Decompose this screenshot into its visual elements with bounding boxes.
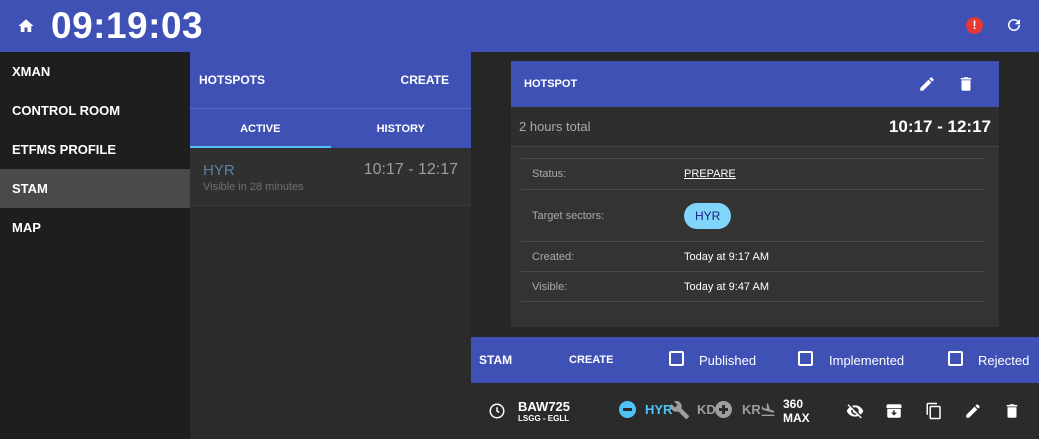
sidebar-item-etfms-profile[interactable]: ETFMS PROFILE — [0, 130, 190, 169]
sidebar-item-control-room[interactable]: CONTROL ROOM — [0, 91, 190, 130]
flight-level-top: 360 — [783, 397, 804, 411]
detail-table: Status: PREPARE Target sectors: HYR Crea… — [521, 158, 985, 302]
created-row: Created: Today at 9:17 AM — [521, 242, 985, 272]
alert-icon[interactable]: ! — [966, 17, 983, 34]
landing-icon — [761, 403, 775, 416]
edit-icon[interactable] — [918, 75, 936, 93]
hotspots-header: HOTSPOTS CREATE — [190, 52, 471, 108]
visible-value: Today at 9:47 AM — [684, 280, 769, 293]
tab-active[interactable]: ACTIVE — [190, 109, 331, 148]
clock: 09:19:03 — [51, 5, 204, 46]
tab-history[interactable]: HISTORY — [331, 109, 472, 148]
copy-icon[interactable] — [925, 402, 943, 420]
status-link[interactable]: PREPARE — [684, 168, 736, 180]
created-value: Today at 9:17 AM — [684, 250, 769, 263]
create-stam-button[interactable]: CREATE — [569, 354, 613, 366]
status-row: Status: PREPARE — [521, 159, 985, 190]
visibility-off-icon[interactable] — [846, 402, 864, 420]
top-bar: 09:19:03 ! — [0, 0, 1039, 52]
sector-hyr: HYR — [645, 402, 673, 417]
hotspots-title: HOTSPOTS — [199, 73, 266, 87]
status-label: Status: — [532, 168, 567, 180]
sidebar-item-map[interactable]: MAP — [0, 208, 190, 247]
hotspot-detail-card: HOTSPOT 2 hours total 10:17 - 12:17 Stat… — [511, 61, 999, 327]
create-hotspot-button[interactable]: CREATE — [401, 73, 449, 87]
home-icon[interactable] — [17, 17, 35, 35]
visible-label: Visible: — [532, 280, 568, 293]
published-label: Published — [699, 353, 757, 368]
sidebar-item-xman[interactable]: XMAN — [0, 52, 190, 91]
sector-chip[interactable]: HYR — [684, 202, 732, 229]
refresh-icon[interactable] — [1005, 16, 1023, 34]
total-duration-row: 2 hours total 10:17 - 12:17 — [511, 107, 999, 147]
stam-title: STAM — [479, 353, 513, 367]
flight-level: 360 MAX — [783, 397, 810, 425]
flight-level-bottom: MAX — [783, 411, 810, 425]
hotspots-panel: HOTSPOTS CREATE ACTIVE HISTORY HYR Visib… — [190, 52, 471, 439]
detail-title: HOTSPOT — [524, 78, 578, 90]
stam-toolbar: STAM CREATE Published Implemented Reject… — [471, 337, 1039, 383]
sidebar: XMAN CONTROL ROOM ETFMS PROFILE STAM MAP — [0, 52, 190, 439]
sidebar-item-stam[interactable]: STAM — [0, 169, 190, 208]
hotspots-tabs: ACTIVE HISTORY — [190, 108, 471, 148]
delete-flight-icon[interactable] — [1003, 402, 1021, 420]
published-checkbox[interactable] — [669, 351, 684, 366]
edit-flight-icon[interactable] — [964, 402, 982, 420]
sector-kr: KR — [742, 402, 761, 417]
hotspot-subtitle: Visible in 28 minutes — [203, 181, 304, 193]
wrench-icon[interactable] — [670, 400, 690, 420]
created-label: Created: — [532, 250, 575, 263]
remove-circle-icon[interactable] — [619, 401, 636, 418]
add-circle-icon[interactable] — [715, 401, 732, 418]
rejected-checkbox[interactable] — [948, 351, 963, 366]
sector-kd: KD — [697, 402, 716, 417]
flight-route: LSGG - EGLL — [518, 414, 570, 423]
implemented-label: Implemented — [829, 353, 905, 368]
total-time-range: 10:17 - 12:17 — [888, 116, 991, 136]
rejected-label: Rejected — [978, 353, 1030, 368]
flight-callsign: BAW725 — [518, 399, 571, 414]
archive-icon[interactable] — [885, 402, 903, 420]
detail-header: HOTSPOT — [511, 61, 999, 107]
hotspot-list-item[interactable]: HYR Visible in 28 minutes 10:17 - 12:17 — [190, 148, 471, 206]
hotspot-time: 10:17 - 12:17 — [363, 161, 458, 178]
target-sectors-row: Target sectors: HYR — [521, 190, 985, 242]
implemented-checkbox[interactable] — [798, 351, 813, 366]
target-sectors-label: Target sectors: — [532, 209, 605, 222]
clock-icon — [489, 403, 505, 419]
flight-row[interactable]: BAW725 LSGG - EGLL HYR KD KR 360 MAX — [471, 383, 1039, 439]
total-duration: 2 hours total — [519, 119, 591, 134]
visible-row: Visible: Today at 9:47 AM — [521, 272, 985, 302]
delete-icon[interactable] — [957, 75, 975, 93]
